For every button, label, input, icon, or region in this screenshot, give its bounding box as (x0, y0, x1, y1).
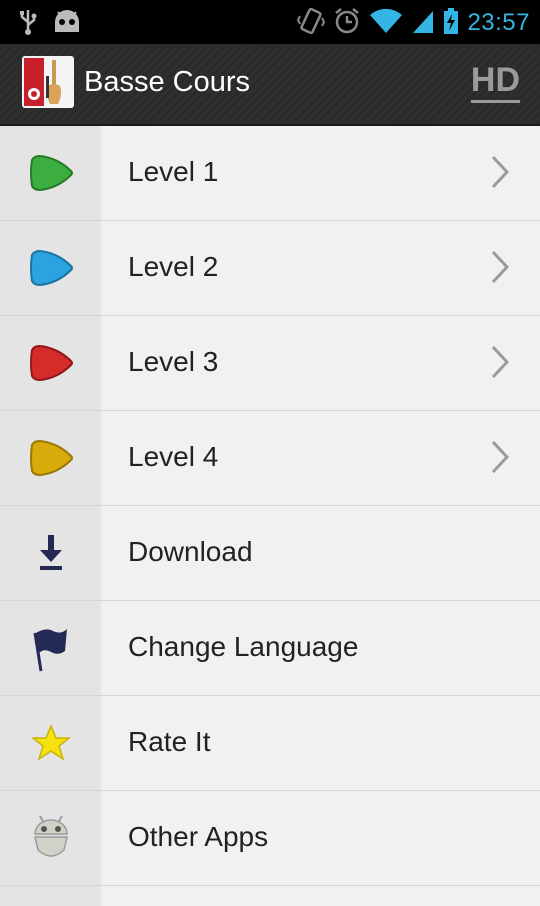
download-icon (0, 506, 101, 600)
menu-item-label: Download (128, 536, 253, 567)
menu-item-label: Change Language (128, 631, 359, 662)
app-logo-icon[interactable] (22, 56, 74, 108)
chevron-right-icon (490, 344, 510, 384)
signal-icon (411, 7, 435, 39)
hd-button[interactable]: HD (470, 62, 520, 103)
chevron-right-icon (490, 249, 510, 289)
menu-item-level-1[interactable]: Level 1 (0, 126, 540, 221)
alarm-icon (333, 7, 361, 39)
android-icon (0, 791, 101, 885)
main-menu-list: Level 1 Level 2 Level 3 Level 4 Download… (0, 126, 540, 906)
menu-item-change-language[interactable]: Change Language (0, 601, 540, 696)
yellow-pick-icon (0, 411, 101, 505)
menu-item-label: Rate It (128, 726, 211, 757)
status-right-icons: 23:57 (297, 6, 530, 40)
usb-icon (18, 8, 38, 40)
status-time: 23:57 (467, 9, 530, 36)
android-debug-icon (52, 8, 82, 40)
status-left-icons (18, 8, 82, 40)
wifi-icon (369, 7, 403, 39)
star-icon (0, 696, 101, 790)
menu-item-level-4[interactable]: Level 4 (0, 411, 540, 506)
menu-item-other-apps[interactable]: Other Apps (0, 791, 540, 886)
vibrate-icon (297, 6, 326, 40)
menu-item-download[interactable]: Download (0, 506, 540, 601)
menu-item-level-3[interactable]: Level 3 (0, 316, 540, 411)
green-pick-icon (0, 126, 101, 220)
battery-charging-icon (443, 7, 459, 39)
chevron-right-icon (490, 154, 510, 194)
status-bar: 23:57 (0, 0, 540, 44)
action-bar: Basse Cours HD (0, 44, 540, 126)
menu-item-rate-it[interactable]: Rate It (0, 696, 540, 791)
menu-item-level-2[interactable]: Level 2 (0, 221, 540, 316)
blue-pick-icon (0, 221, 101, 315)
menu-item-label: Level 3 (128, 346, 219, 377)
menu-item-label: Level 4 (128, 441, 219, 472)
menu-item-label: Other Apps (128, 821, 269, 852)
flag-icon (0, 601, 101, 695)
menu-item-label: Level 1 (128, 156, 219, 187)
list-overflow-row (0, 886, 540, 906)
app-title: Basse Cours (84, 66, 251, 98)
menu-item-label: Level 2 (128, 251, 219, 282)
chevron-right-icon (490, 439, 510, 479)
red-pick-icon (0, 316, 101, 410)
